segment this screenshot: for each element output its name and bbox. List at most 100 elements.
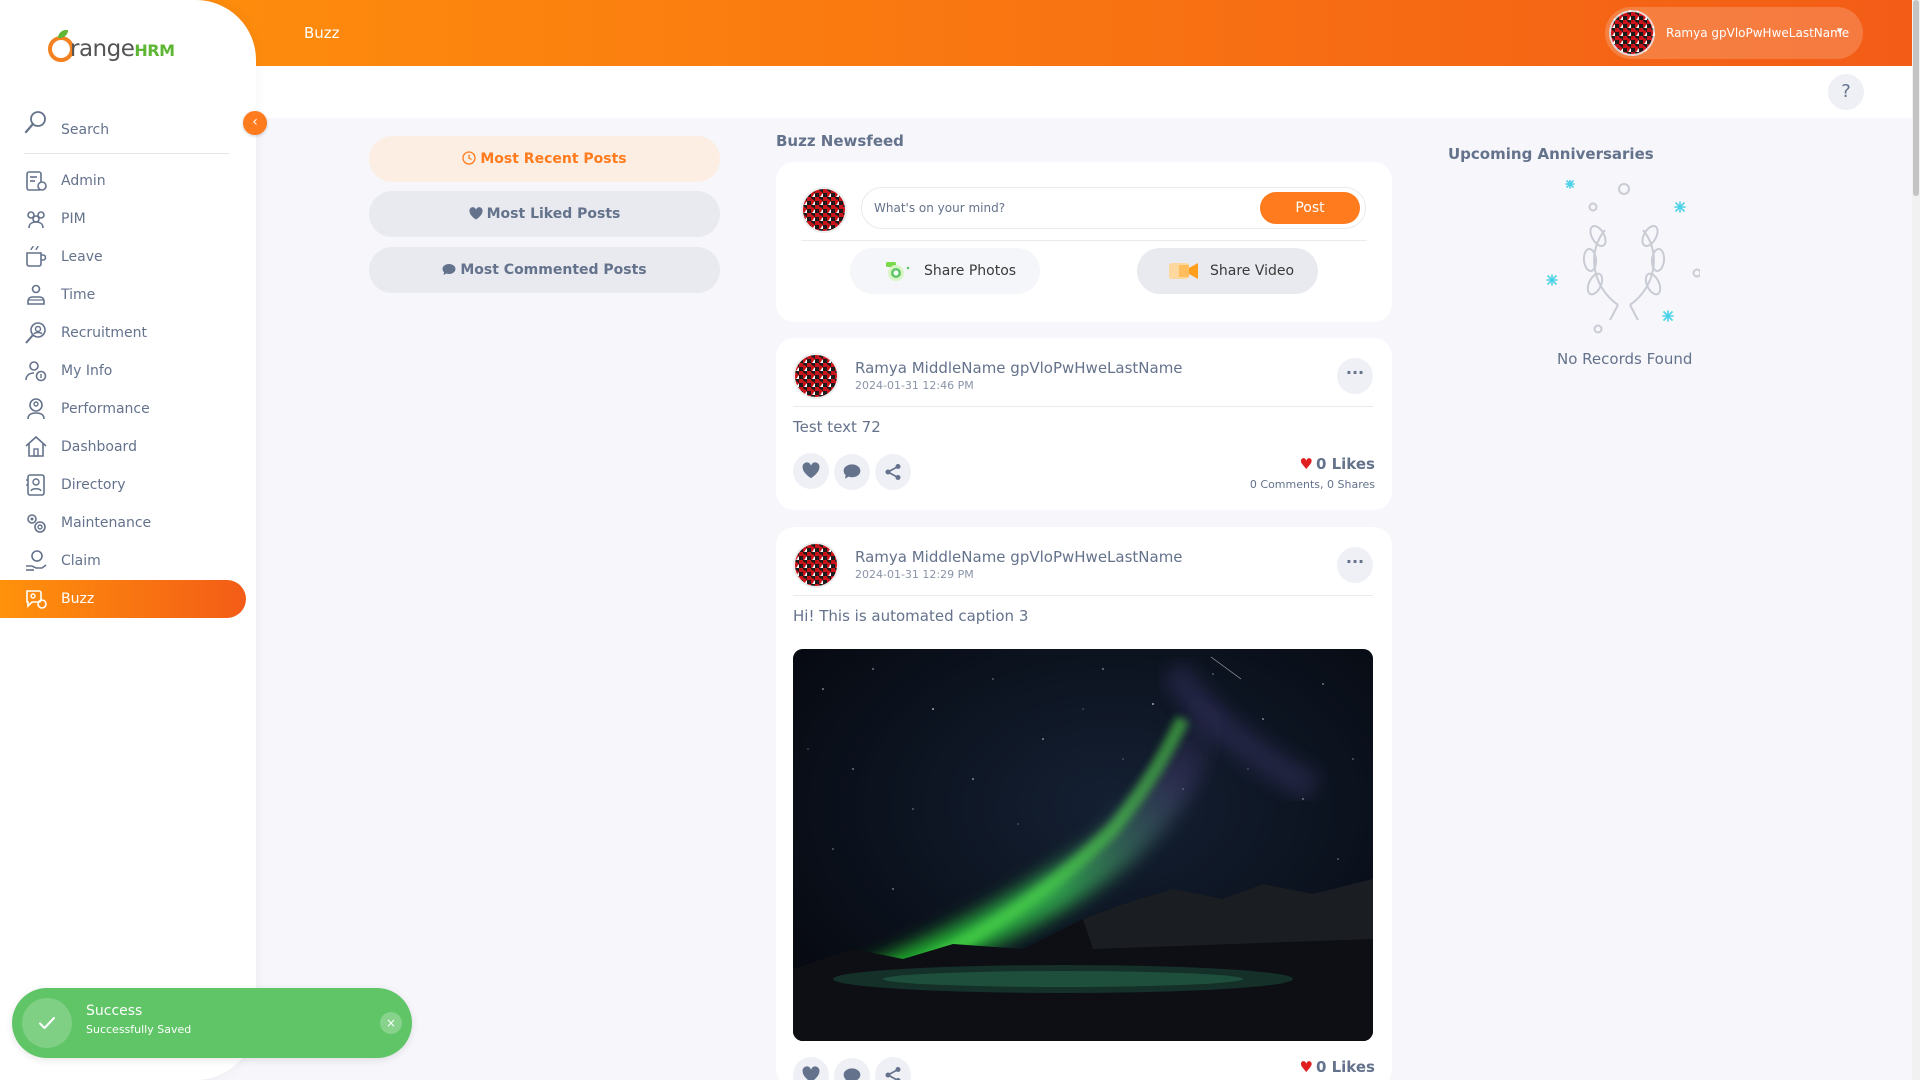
sidebar-item-label: Performance [61, 401, 150, 417]
comment-icon [442, 264, 456, 275]
sidebar-item-claim[interactable]: Claim [0, 542, 246, 580]
help-button[interactable]: ? [1828, 74, 1864, 110]
shares-count[interactable]: 0 Shares [1327, 478, 1375, 491]
sidebar-item-pim[interactable]: PIM [0, 200, 246, 238]
heart-filled-icon: ♥ [1299, 1058, 1313, 1076]
user-dropdown[interactable]: Ramya gpVloPwHweLastName ▾ [1605, 7, 1863, 59]
sidebar-item-label: Time [61, 287, 96, 303]
sidebar-search[interactable]: Search [24, 110, 229, 154]
sidebar-item-time[interactable]: Time [0, 276, 246, 314]
post-body: Test text 72 [793, 418, 881, 436]
post-card: Ramya MiddleName gpVloPwHweLastName 2024… [776, 527, 1392, 1080]
post-engagement-counts: 0 Comments, 0 Shares [1250, 478, 1375, 491]
share-video-button[interactable]: Share Video [1137, 248, 1318, 294]
sidebar-item-admin[interactable]: Admin [0, 162, 246, 200]
empty-state-text: No Records Found [1557, 350, 1693, 368]
comment-button[interactable] [834, 1058, 870, 1080]
comment-icon [843, 1068, 861, 1080]
post-button[interactable]: Post [1260, 192, 1360, 224]
filter-label: Most Liked Posts [486, 206, 621, 222]
comments-count[interactable]: 0 Comments [1250, 478, 1320, 491]
filter-label: Most Recent Posts [480, 151, 627, 167]
claim-icon [26, 550, 47, 571]
avatar [801, 187, 847, 233]
divider [793, 406, 1373, 407]
post-options-button[interactable]: ··· [1337, 358, 1373, 394]
sidebar-item-leave[interactable]: Leave [0, 238, 246, 276]
heart-filled-icon: ♥ [1299, 455, 1313, 473]
avatar [793, 542, 839, 588]
post-timestamp: 2024-01-31 12:46 PM [855, 379, 974, 392]
divider [801, 240, 1367, 241]
sidebar-item-label: Maintenance [61, 515, 152, 531]
logo-text: rangeHRM [70, 36, 175, 62]
filter-most-liked-posts[interactable]: Most Liked Posts [369, 191, 720, 237]
sidebar-item-buzz[interactable]: Buzz [0, 580, 246, 618]
share-video-label: Share Video [1210, 263, 1295, 279]
share-button[interactable] [875, 1057, 911, 1080]
sidebar-item-label: Buzz [61, 591, 95, 607]
camera-icon [886, 262, 910, 281]
sidebar-item-label: My Info [61, 363, 113, 379]
sidebar-item-my-info[interactable]: My Info [0, 352, 246, 390]
like-button[interactable] [793, 453, 829, 489]
post-body: Hi! This is automated caption 3 [793, 607, 1029, 625]
sidebar-item-label: Directory [61, 477, 126, 493]
search-icon [24, 111, 46, 134]
aurora-night-sky-photo [793, 649, 1373, 1041]
caret-down-icon: ▾ [1837, 24, 1843, 37]
filter-most-recent-posts[interactable]: Most Recent Posts [369, 136, 720, 182]
sidebar-item-directory[interactable]: Directory [0, 466, 246, 504]
page-title: Buzz [304, 24, 340, 42]
close-icon[interactable]: × [380, 1012, 402, 1034]
clock-icon [462, 151, 476, 165]
toast-status [22, 998, 72, 1048]
post-author[interactable]: Ramya MiddleName gpVloPwHweLastName [855, 359, 1183, 377]
counts-separator: , [1320, 478, 1324, 491]
share-icon [885, 464, 901, 480]
post-likes-count[interactable]: ♥ 0 Likes [1300, 1058, 1376, 1076]
orangehrm-logo[interactable]: rangeHRM [48, 30, 175, 66]
like-button[interactable] [793, 1057, 829, 1080]
toast-message: Successfully Saved [86, 1023, 192, 1036]
user-name: Ramya gpVloPwHweLastName [1666, 26, 1850, 40]
share-photos-button[interactable]: Share Photos [850, 248, 1040, 294]
dashboard-icon [25, 435, 47, 457]
laurel-wreath-icon [1546, 180, 1700, 334]
search-label: Search [61, 122, 110, 138]
post-author[interactable]: Ramya MiddleName gpVloPwHweLastName [855, 548, 1183, 566]
sidebar-item-performance[interactable]: Performance [0, 390, 246, 428]
heart-icon [802, 462, 820, 479]
post-image[interactable] [793, 649, 1373, 1041]
avatar [1609, 10, 1655, 56]
performance-icon [27, 398, 45, 420]
sidebar-item-label: Admin [61, 173, 106, 189]
sidebar-item-dashboard[interactable]: Dashboard [0, 428, 246, 466]
page-scrollbar-thumb[interactable] [1913, 0, 1919, 196]
top-sub-bar [0, 66, 1912, 118]
time-icon [27, 284, 45, 305]
pim-icon [27, 211, 45, 229]
top-bar: Buzz Ramya gpVloPwHweLastName ▾ [0, 0, 1912, 66]
sidebar-item-maintenance[interactable]: Maintenance [0, 504, 246, 542]
sidebar-collapse-button[interactable]: ‹ [243, 111, 267, 135]
post-likes-count[interactable]: ♥ 0 Likes [1300, 455, 1376, 473]
maintenance-icon [27, 514, 46, 533]
sidebar-item-recruitment[interactable]: Recruitment [0, 314, 246, 352]
buzz-icon [26, 590, 47, 609]
toast-title: Success [86, 1003, 143, 1019]
leave-icon [26, 245, 47, 267]
comment-button[interactable] [834, 454, 870, 490]
filter-most-commented-posts[interactable]: Most Commented Posts [369, 247, 720, 293]
post-composer: What's on your mind? Post Share Photos S… [776, 162, 1392, 322]
sidebar-item-label: Leave [61, 249, 103, 265]
share-icon [885, 1067, 901, 1080]
post-timestamp: 2024-01-31 12:29 PM [855, 568, 974, 581]
myinfo-icon [25, 361, 47, 382]
divider [793, 595, 1373, 596]
admin-icon [26, 171, 47, 191]
directory-icon [26, 474, 45, 496]
share-button[interactable] [875, 454, 911, 490]
newsfeed-title: Buzz Newsfeed [776, 132, 904, 150]
post-options-button[interactable]: ··· [1337, 547, 1373, 583]
